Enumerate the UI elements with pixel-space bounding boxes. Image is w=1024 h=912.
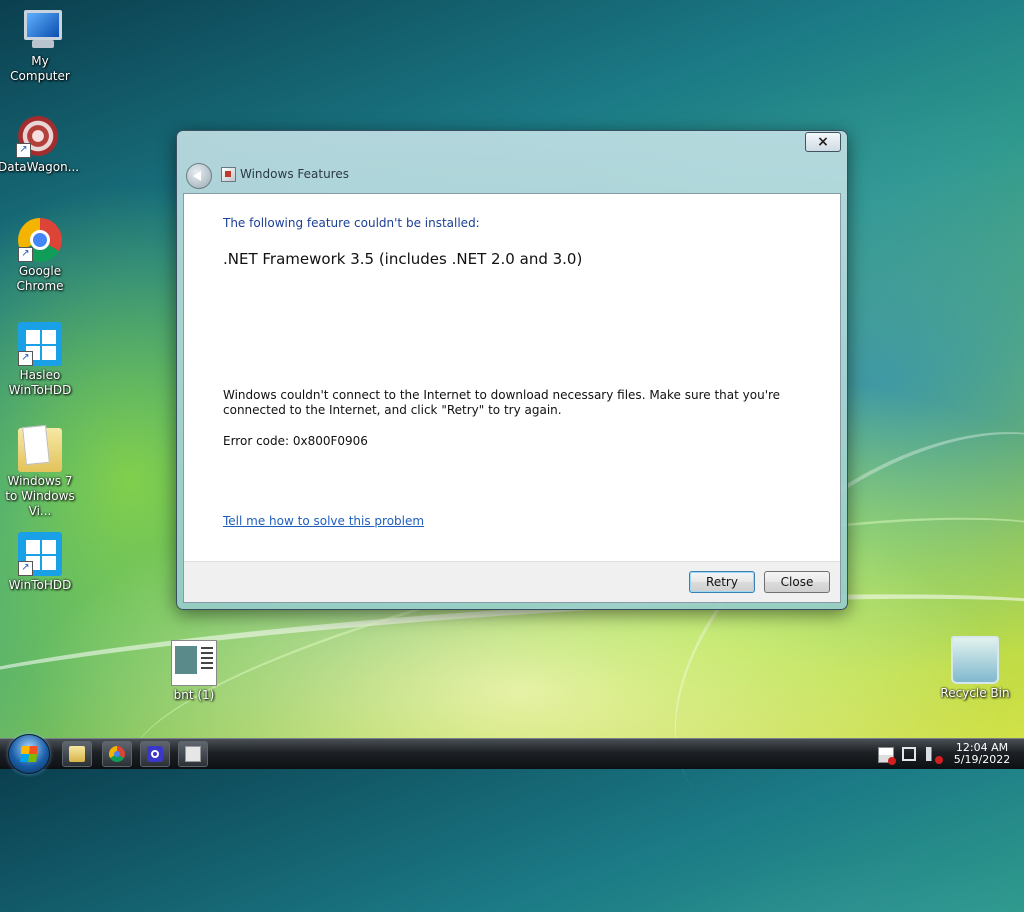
feature-name: .NET Framework 3.5 (includes .NET 2.0 an… — [223, 250, 583, 268]
error-code: Error code: 0x800F0906 — [223, 434, 368, 448]
retry-button[interactable]: Retry — [689, 571, 755, 593]
desktop-icon-wintohdd[interactable]: ↗ WinToHDD — [0, 532, 80, 593]
help-link[interactable]: Tell me how to solve this problem — [223, 514, 424, 528]
shortcut-arrow-icon: ↗ — [18, 247, 33, 262]
dialog-footer: Retry Close — [184, 561, 840, 602]
shortcut-arrow-icon: ↗ — [18, 561, 33, 576]
chrome-icon — [109, 746, 125, 762]
shortcut-arrow-icon: ↗ — [16, 143, 31, 158]
desktop-icon-bnt[interactable]: bnt (1) — [154, 640, 234, 703]
windows-tile-icon: ↗ — [18, 532, 62, 576]
taskbar-settings-button[interactable] — [140, 741, 170, 767]
document-icon — [185, 746, 201, 762]
file-explorer-icon — [69, 746, 85, 762]
dialog-close-button[interactable]: × — [805, 132, 841, 152]
back-button[interactable] — [186, 163, 212, 189]
windows-features-icon — [221, 167, 236, 182]
close-button[interactable]: Close — [764, 571, 830, 593]
desktop-icon-google-chrome[interactable]: ↗ Google Chrome — [0, 218, 80, 294]
dialog-title: Windows Features — [240, 167, 349, 181]
taskbar-document-button[interactable] — [178, 741, 208, 767]
dialog-heading: The following feature couldn't be instal… — [223, 216, 480, 230]
computer-icon — [18, 8, 62, 52]
desktop-icon-label: Google Chrome — [16, 264, 64, 293]
chrome-icon: ↗ — [18, 218, 62, 262]
folder-icon — [18, 428, 62, 472]
desktop-icon-hasleo-wintohdd[interactable]: ↗ Hasleo WinToHDD — [0, 322, 80, 398]
taskbar-chrome-button[interactable] — [102, 741, 132, 767]
windows-features-dialog: × Windows Features The following feature… — [176, 130, 848, 610]
desktop-icon-label: WinToHDD — [8, 578, 72, 592]
document-icon — [171, 640, 217, 686]
windows-logo-icon — [20, 746, 38, 762]
desktop-icon-label: My Computer — [10, 54, 70, 83]
desktop-icon-label: DataWagon... — [0, 160, 80, 174]
taskbar-explorer-button[interactable] — [62, 741, 92, 767]
clock-date: 5/19/2022 — [953, 753, 1011, 766]
desktop-icon-windows7-folder[interactable]: Windows 7 to Windows Vi... — [0, 428, 80, 519]
taskbar: 12:04 AM 5/19/2022 — [0, 734, 1024, 774]
desktop-icon-my-computer[interactable]: My Computer — [0, 8, 80, 84]
desktop-icon-label: Windows 7 to Windows Vi... — [5, 474, 75, 518]
desktop-icon-label: Recycle Bin — [940, 686, 1010, 700]
action-center-flag-icon[interactable] — [878, 747, 896, 765]
desktop-icon-label: bnt (1) — [173, 688, 215, 702]
recycle-bin-icon — [951, 636, 999, 684]
volume-muted-icon[interactable] — [926, 747, 943, 764]
desktop-icon-recycle-bin[interactable]: Recycle Bin — [935, 636, 1015, 701]
start-button[interactable] — [8, 734, 50, 774]
settings-gear-icon — [147, 746, 163, 762]
error-message: Windows couldn't connect to the Internet… — [223, 388, 781, 417]
datawagon-icon: ↗ — [16, 114, 60, 158]
dialog-content: The following feature couldn't be instal… — [183, 193, 841, 603]
windows-tile-icon: ↗ — [18, 322, 62, 366]
network-icon[interactable] — [902, 747, 916, 761]
desktop-icon-datawagon[interactable]: ↗ DataWagon... — [0, 114, 80, 175]
desktop-icon-label: Hasleo WinToHDD — [8, 368, 72, 397]
system-clock[interactable]: 12:04 AM 5/19/2022 — [944, 742, 1020, 766]
shortcut-arrow-icon: ↗ — [18, 351, 33, 366]
